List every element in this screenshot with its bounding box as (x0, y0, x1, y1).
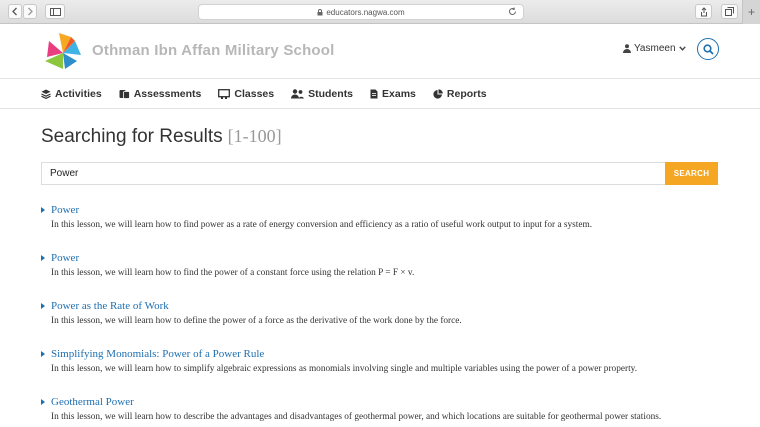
new-tab-button[interactable]: + (742, 0, 760, 24)
result-description: In this lesson, we will learn how to fin… (51, 220, 593, 230)
school-name[interactable]: Othman Ibn Affan Military School (92, 42, 335, 59)
list-item: Power In this lesson, we will learn how … (41, 204, 731, 252)
user-name: Yasmeen (634, 43, 676, 54)
nav-label: Reports (446, 88, 487, 100)
result-title: Power (51, 204, 80, 216)
page-title: Searching for Results [1-100] (41, 126, 282, 148)
chalkboard-icon (218, 89, 231, 99)
search-input[interactable] (41, 162, 665, 185)
nav-label: Exams (382, 88, 416, 100)
sidebar-toggle-button[interactable] (45, 4, 65, 19)
tabs-icon (725, 7, 734, 16)
document-icon (370, 89, 378, 99)
layers-icon (41, 89, 51, 99)
browser-toolbar: educators.nagwa.com + (0, 0, 760, 24)
main-nav: Activities Assessments Classes Students … (0, 80, 760, 109)
caret-right-icon (41, 399, 45, 405)
result-title: Simplifying Monomials: Power of a Power … (51, 348, 265, 360)
site-header: Othman Ibn Affan Military School Yasmeen (0, 25, 760, 79)
back-button[interactable] (8, 4, 22, 19)
page-title-text: Searching for Results (41, 126, 223, 147)
nav-exams[interactable]: Exams (370, 88, 416, 100)
result-description: In this lesson, we will learn how to fin… (51, 268, 415, 278)
nav-reports[interactable]: Reports (433, 88, 487, 100)
tasks-icon (119, 90, 130, 99)
chevron-down-icon (678, 46, 686, 51)
result-description: In this lesson, we will learn how to sim… (51, 364, 638, 374)
list-item: Power In this lesson, we will learn how … (41, 252, 731, 300)
user-icon (623, 44, 631, 53)
result-title: Power as the Rate of Work (51, 300, 169, 312)
list-item: Power as the Rate of Work In this lesson… (41, 300, 731, 348)
sidebar-icon (49, 7, 61, 16)
lock-icon (317, 8, 323, 15)
caret-right-icon (41, 255, 45, 261)
forward-button[interactable] (23, 4, 37, 19)
share-button[interactable] (695, 4, 712, 19)
results-range: [1-100] (227, 126, 282, 146)
caret-right-icon (41, 303, 45, 309)
nav-label: Assessments (133, 88, 202, 100)
users-icon (291, 89, 305, 99)
header-search-button[interactable] (697, 38, 719, 60)
result-description: In this lesson, we will learn how to def… (51, 316, 462, 326)
tabs-button[interactable] (721, 4, 738, 19)
nav-label: Classes (234, 88, 275, 100)
nav-activities[interactable]: Activities (41, 88, 102, 100)
result-title: Geothermal Power (51, 396, 134, 408)
result-link[interactable]: Power (41, 204, 731, 216)
search-icon (702, 43, 714, 55)
search-button[interactable]: SEARCH (665, 162, 718, 185)
result-link[interactable]: Geothermal Power (41, 396, 731, 408)
result-link[interactable]: Power (41, 252, 731, 264)
caret-right-icon (41, 351, 45, 357)
chevron-left-icon (12, 7, 17, 16)
pie-chart-icon (433, 89, 443, 99)
nav-label: Students (308, 88, 354, 100)
nav-classes[interactable]: Classes (218, 88, 274, 100)
url-text: educators.nagwa.com (326, 7, 405, 17)
list-item: Simplifying Monomials: Power of a Power … (41, 348, 731, 396)
caret-right-icon (41, 207, 45, 213)
nav-label: Activities (55, 88, 102, 100)
nav-students[interactable]: Students (291, 88, 353, 100)
nav-assessments[interactable]: Assessments (119, 88, 202, 100)
share-icon (700, 6, 707, 16)
result-link[interactable]: Simplifying Monomials: Power of a Power … (41, 348, 731, 360)
result-link[interactable]: Power as the Rate of Work (41, 300, 731, 312)
user-menu[interactable]: Yasmeen (623, 43, 686, 54)
chevron-right-icon (28, 7, 33, 16)
school-logo[interactable] (41, 31, 85, 71)
plus-icon: + (747, 5, 755, 19)
result-title: Power (51, 252, 80, 264)
list-item: Geothermal Power In this lesson, we will… (41, 396, 731, 427)
address-bar[interactable]: educators.nagwa.com (198, 4, 524, 20)
results-list: Power In this lesson, we will learn how … (41, 204, 731, 427)
reload-icon[interactable] (508, 7, 517, 16)
result-description: In this lesson, we will learn how to des… (51, 412, 662, 422)
search-bar: SEARCH (41, 162, 718, 185)
